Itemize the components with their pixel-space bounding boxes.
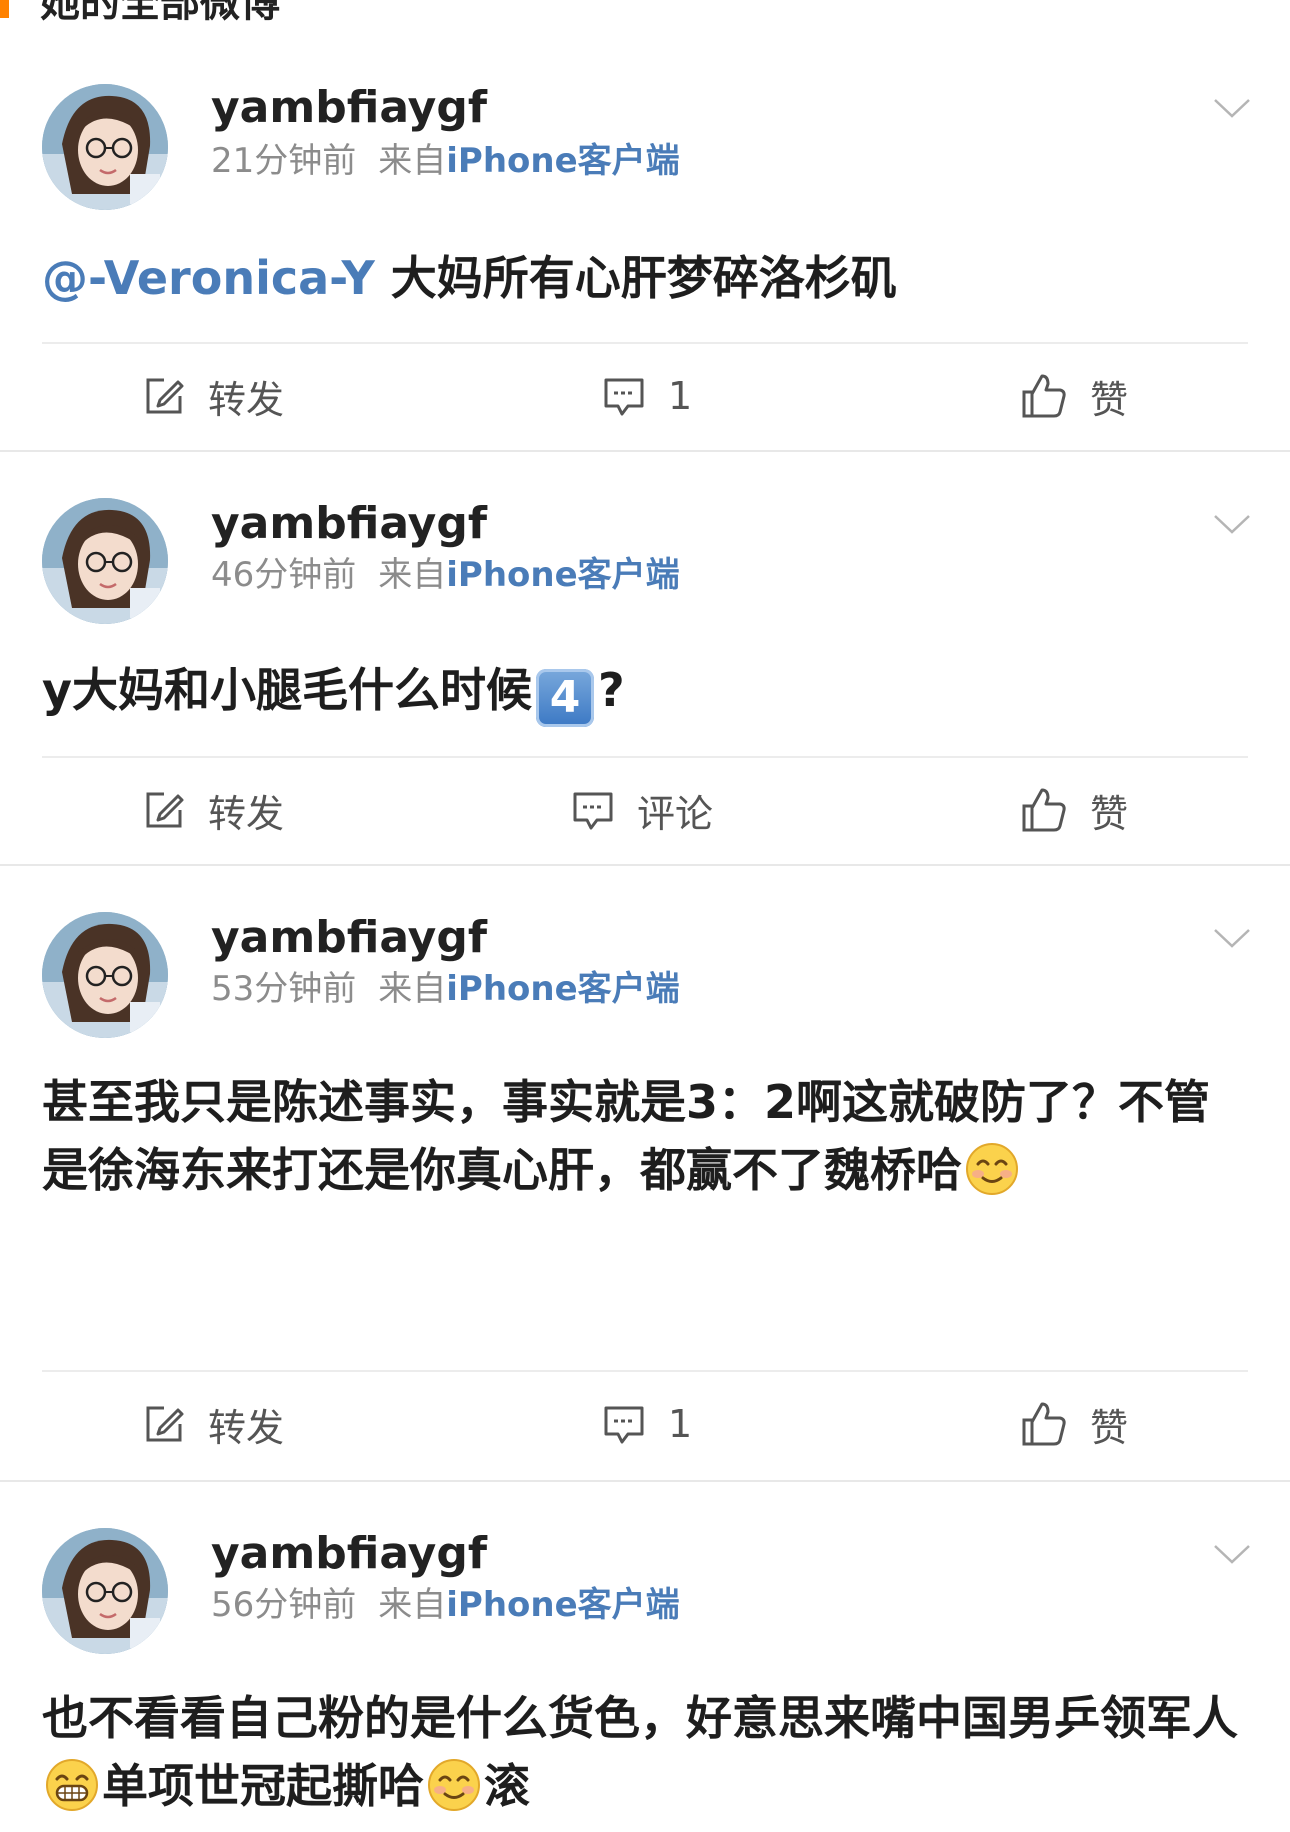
page-title: 她的全部微博 — [40, 0, 280, 26]
repost-icon — [146, 1406, 184, 1442]
post-card: yambfiaygf 56分钟前 来自iPhone客户端 也不看看自己粉的是什么货… — [0, 1482, 1290, 1832]
post-card: yambfiaygf 21分钟前 来自iPhone客户端 @-Veronica-Y… — [0, 36, 1290, 450]
smile-emoji — [428, 1759, 480, 1811]
post-content: 也不看看自己粉的是什么货色，好意思来嘴中国男乒领军人 单项世冠起撕哈 滚 — [42, 1684, 1252, 1820]
comment-icon — [573, 792, 613, 830]
smile-emoji — [966, 1143, 1018, 1195]
comment-button[interactable]: 1 — [602, 366, 692, 426]
header-accent-bar — [0, 0, 9, 18]
action-divider — [42, 756, 1248, 758]
post-text-end: ? — [598, 663, 625, 717]
chevron-down-icon[interactable] — [1212, 926, 1252, 950]
post-source-app[interactable]: iPhone客户端 — [446, 141, 679, 181]
repost-icon — [146, 792, 184, 828]
avatar[interactable] — [42, 1528, 168, 1654]
post-source-app[interactable]: iPhone客户端 — [446, 969, 679, 1009]
post-meta: 46分钟前 来自iPhone客户端 — [211, 558, 680, 592]
post-text-part2: 单项世冠起撕哈 — [102, 1759, 424, 1813]
post-source-prefix: 来自 — [378, 141, 447, 181]
page-header: 她的全部微博 — [0, 0, 1290, 38]
post-text: 大妈所有心肝梦碎洛杉矶 — [374, 251, 897, 305]
chevron-down-icon[interactable] — [1212, 512, 1252, 536]
repost-icon — [146, 378, 184, 414]
post-username[interactable]: yambfiaygf — [211, 502, 487, 546]
post-content: 甚至我只是陈述事实，事实就是3：2啊这就破防了？不管是徐海东来打还是你真心肝，都… — [42, 1068, 1252, 1204]
post-text: 甚至我只是陈述事实，事实就是3：2啊这就破防了？不管是徐海东来打还是你真心肝，都… — [42, 1075, 1211, 1197]
like-button[interactable]: 赞 — [1020, 1394, 1128, 1454]
avatar[interactable] — [42, 498, 168, 624]
chevron-down-icon[interactable] — [1212, 1542, 1252, 1566]
like-icon — [1022, 1402, 1066, 1446]
post-mention-link[interactable]: @-Veronica-Y — [42, 251, 375, 305]
comment-count: 1 — [668, 374, 693, 418]
grin-emoji — [46, 1759, 98, 1811]
post-source-app[interactable]: iPhone客户端 — [446, 555, 679, 595]
post-text-part3: 滚 — [484, 1759, 530, 1813]
post-username[interactable]: yambfiaygf — [211, 916, 487, 960]
post-card: yambfiaygf 53分钟前 来自iPhone客户端 甚至我只是陈述事实，事实… — [0, 866, 1290, 1480]
post-meta: 56分钟前 来自iPhone客户端 — [211, 1588, 680, 1622]
like-icon — [1022, 788, 1066, 832]
post-meta: 53分钟前 来自iPhone客户端 — [211, 972, 680, 1006]
avatar[interactable] — [42, 84, 168, 210]
post-text-part1: 也不看看自己粉的是什么货色，好意思来嘴中国男乒领军人 — [42, 1691, 1238, 1745]
comment-button[interactable]: 1 — [602, 1394, 692, 1454]
post-card: yambfiaygf 46分钟前 来自iPhone客户端 y大妈和小腿毛什么时候 4… — [0, 452, 1290, 864]
comment-label: 评论 — [637, 791, 714, 836]
comment-icon — [604, 1406, 644, 1444]
like-button[interactable]: 赞 — [1020, 366, 1128, 426]
repost-label: 转发 — [208, 377, 285, 422]
chevron-down-icon[interactable] — [1212, 96, 1252, 120]
like-icon — [1022, 374, 1066, 418]
like-label: 赞 — [1090, 791, 1129, 836]
comment-button[interactable]: 评论 — [571, 780, 713, 840]
post-time: 53分钟前 — [211, 969, 357, 1009]
post-time: 21分钟前 — [211, 141, 357, 181]
post-username[interactable]: yambfiaygf — [211, 1532, 487, 1576]
post-text: y大妈和小腿毛什么时候 — [42, 663, 532, 717]
action-divider — [42, 342, 1248, 344]
repost-label: 转发 — [208, 791, 285, 836]
keycap-4-emoji: 4 — [536, 669, 594, 727]
post-time: 56分钟前 — [211, 1585, 357, 1625]
avatar[interactable] — [42, 912, 168, 1038]
post-content: y大妈和小腿毛什么时候 4? — [42, 656, 1252, 727]
like-label: 赞 — [1090, 1405, 1129, 1450]
like-button[interactable]: 赞 — [1020, 780, 1128, 840]
comment-icon — [604, 378, 644, 416]
post-username[interactable]: yambfiaygf — [211, 86, 487, 130]
post-source-app[interactable]: iPhone客户端 — [446, 1585, 679, 1625]
post-source-prefix: 来自 — [378, 969, 447, 1009]
repost-button[interactable]: 转发 — [142, 780, 284, 840]
action-divider — [42, 1370, 1248, 1372]
repost-button[interactable]: 转发 — [142, 366, 284, 426]
repost-label: 转发 — [208, 1405, 285, 1450]
post-content: @-Veronica-Y 大妈所有心肝梦碎洛杉矶 — [42, 244, 1252, 312]
comment-count: 1 — [668, 1402, 693, 1446]
post-time: 46分钟前 — [211, 555, 357, 595]
post-source-prefix: 来自 — [378, 555, 447, 595]
post-source-prefix: 来自 — [378, 1585, 447, 1625]
repost-button[interactable]: 转发 — [142, 1394, 284, 1454]
like-label: 赞 — [1090, 377, 1129, 422]
post-meta: 21分钟前 来自iPhone客户端 — [211, 144, 680, 178]
